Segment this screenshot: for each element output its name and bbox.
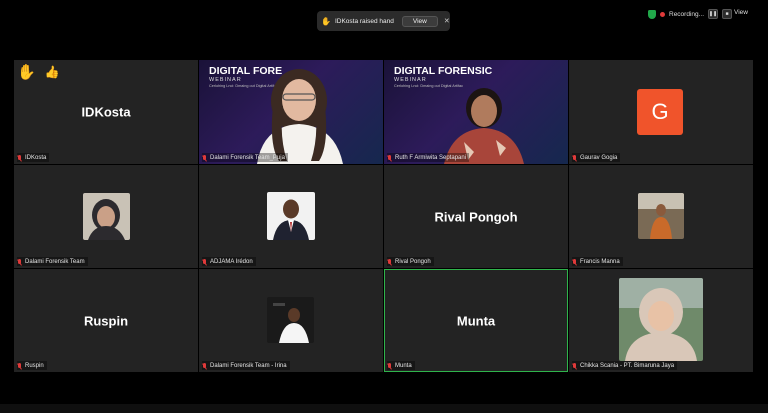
video-tile-chikka[interactable]: Chikka Scania - PT. Bimaruna Jaya: [569, 269, 753, 372]
participant-display-name: Munta: [456, 313, 496, 328]
video-tile-irina[interactable]: Dalami Forensik Team - Irina: [199, 269, 383, 372]
participant-video: [619, 278, 703, 361]
top-bar: ✋ IDKosta raised hand View ✕ Recording..…: [0, 0, 768, 40]
raise-hand-notification: ✋ IDKosta raised hand View ✕: [317, 11, 450, 31]
view-menu-button[interactable]: View: [734, 9, 748, 16]
video-tile-puja[interactable]: DIGITAL FORE WEBINAR Cerlohing Lnci: Dma…: [199, 60, 383, 164]
avatar: [267, 192, 315, 240]
muted-mic-icon: [572, 154, 577, 161]
webinar-subtitle: WEBINAR: [394, 77, 427, 83]
video-tile-munta[interactable]: Munta Munta: [384, 269, 568, 372]
avatar: G: [637, 89, 683, 135]
participant-label: Dalami Forensik Team_Puja: [202, 153, 288, 162]
muted-mic-icon: [202, 362, 207, 369]
recording-indicator: Recording... ❚❚ ■: [648, 8, 733, 20]
raised-hand-icon: ✋: [321, 16, 331, 26]
muted-mic-icon: [17, 258, 22, 265]
muted-mic-icon: [17, 154, 22, 161]
shield-icon: [648, 9, 656, 19]
participant-label: Munta: [387, 361, 415, 370]
participant-video: [444, 88, 524, 164]
participant-label: Rival Pongoh: [387, 257, 434, 266]
muted-mic-icon: [202, 258, 207, 265]
muted-mic-icon: [572, 362, 577, 369]
video-tile-idkosta[interactable]: ✋ 👍 IDKosta IDKosta: [14, 60, 198, 164]
participant-label: Gaurav Gogia: [572, 153, 621, 162]
recording-dot-icon: [660, 11, 665, 17]
participant-display-name: Ruspin: [83, 313, 129, 328]
participant-label: ADJAMA Irédon: [202, 257, 256, 266]
participant-label: Chikka Scania - PT. Bimaruna Jaya: [572, 361, 678, 370]
participant-label: Dalami Forensik Team: [17, 257, 88, 266]
muted-mic-icon: [387, 362, 392, 369]
participant-display-name: IDKosta: [81, 104, 131, 120]
recording-label: Recording...: [669, 10, 705, 18]
participant-display-name: Rival Pongoh: [434, 209, 518, 224]
muted-mic-icon: [572, 258, 577, 265]
video-tile-ruspin[interactable]: Ruspin Ruspin: [14, 269, 198, 372]
muted-mic-icon: [387, 154, 392, 161]
avatar: [83, 193, 130, 240]
avatar: [267, 297, 314, 343]
meeting-toolbar: [0, 404, 768, 413]
reactions: ✋ 👍: [17, 63, 60, 81]
avatar: [638, 193, 684, 239]
notification-text: IDKosta raised hand: [334, 17, 394, 25]
participant-label: IDKosta: [17, 153, 50, 162]
webinar-subtitle: WEBINAR: [209, 77, 242, 83]
video-tile-dalami-forensik-team[interactable]: Dalami Forensik Team: [14, 165, 198, 268]
participant-label: Francis Manna: [572, 257, 623, 266]
video-tile-ruth[interactable]: DIGITAL FORENSIC WEBINAR Cerlohing Lnci:…: [384, 60, 568, 164]
pause-recording-icon[interactable]: ❚❚: [708, 9, 719, 19]
video-tile-francis-manna[interactable]: Francis Manna: [569, 165, 753, 268]
thumbs-up-icon: 👍: [44, 65, 60, 79]
close-icon[interactable]: ✕: [444, 17, 450, 25]
webinar-title: DIGITAL FORENSIC: [394, 65, 493, 77]
view-label: View: [734, 9, 748, 16]
notification-view-button[interactable]: View: [401, 15, 438, 27]
raised-hand-icon: ✋: [17, 64, 36, 81]
video-tile-rival-pongoh[interactable]: Rival Pongoh Rival Pongoh: [384, 165, 568, 268]
video-tile-adjama[interactable]: ADJAMA Irédon: [199, 165, 383, 268]
muted-mic-icon: [387, 258, 392, 265]
muted-mic-icon: [202, 154, 207, 161]
participant-video: [257, 69, 343, 164]
stop-recording-icon[interactable]: ■: [722, 9, 733, 19]
participant-label: Ruth F Armiwita Septapani: [387, 153, 470, 162]
participant-label: Dalami Forensik Team - Irina: [202, 361, 290, 370]
muted-mic-icon: [17, 362, 22, 369]
participant-label: Ruspin: [17, 361, 47, 370]
video-tile-gaurav[interactable]: G Gaurav Gogia: [569, 60, 753, 164]
